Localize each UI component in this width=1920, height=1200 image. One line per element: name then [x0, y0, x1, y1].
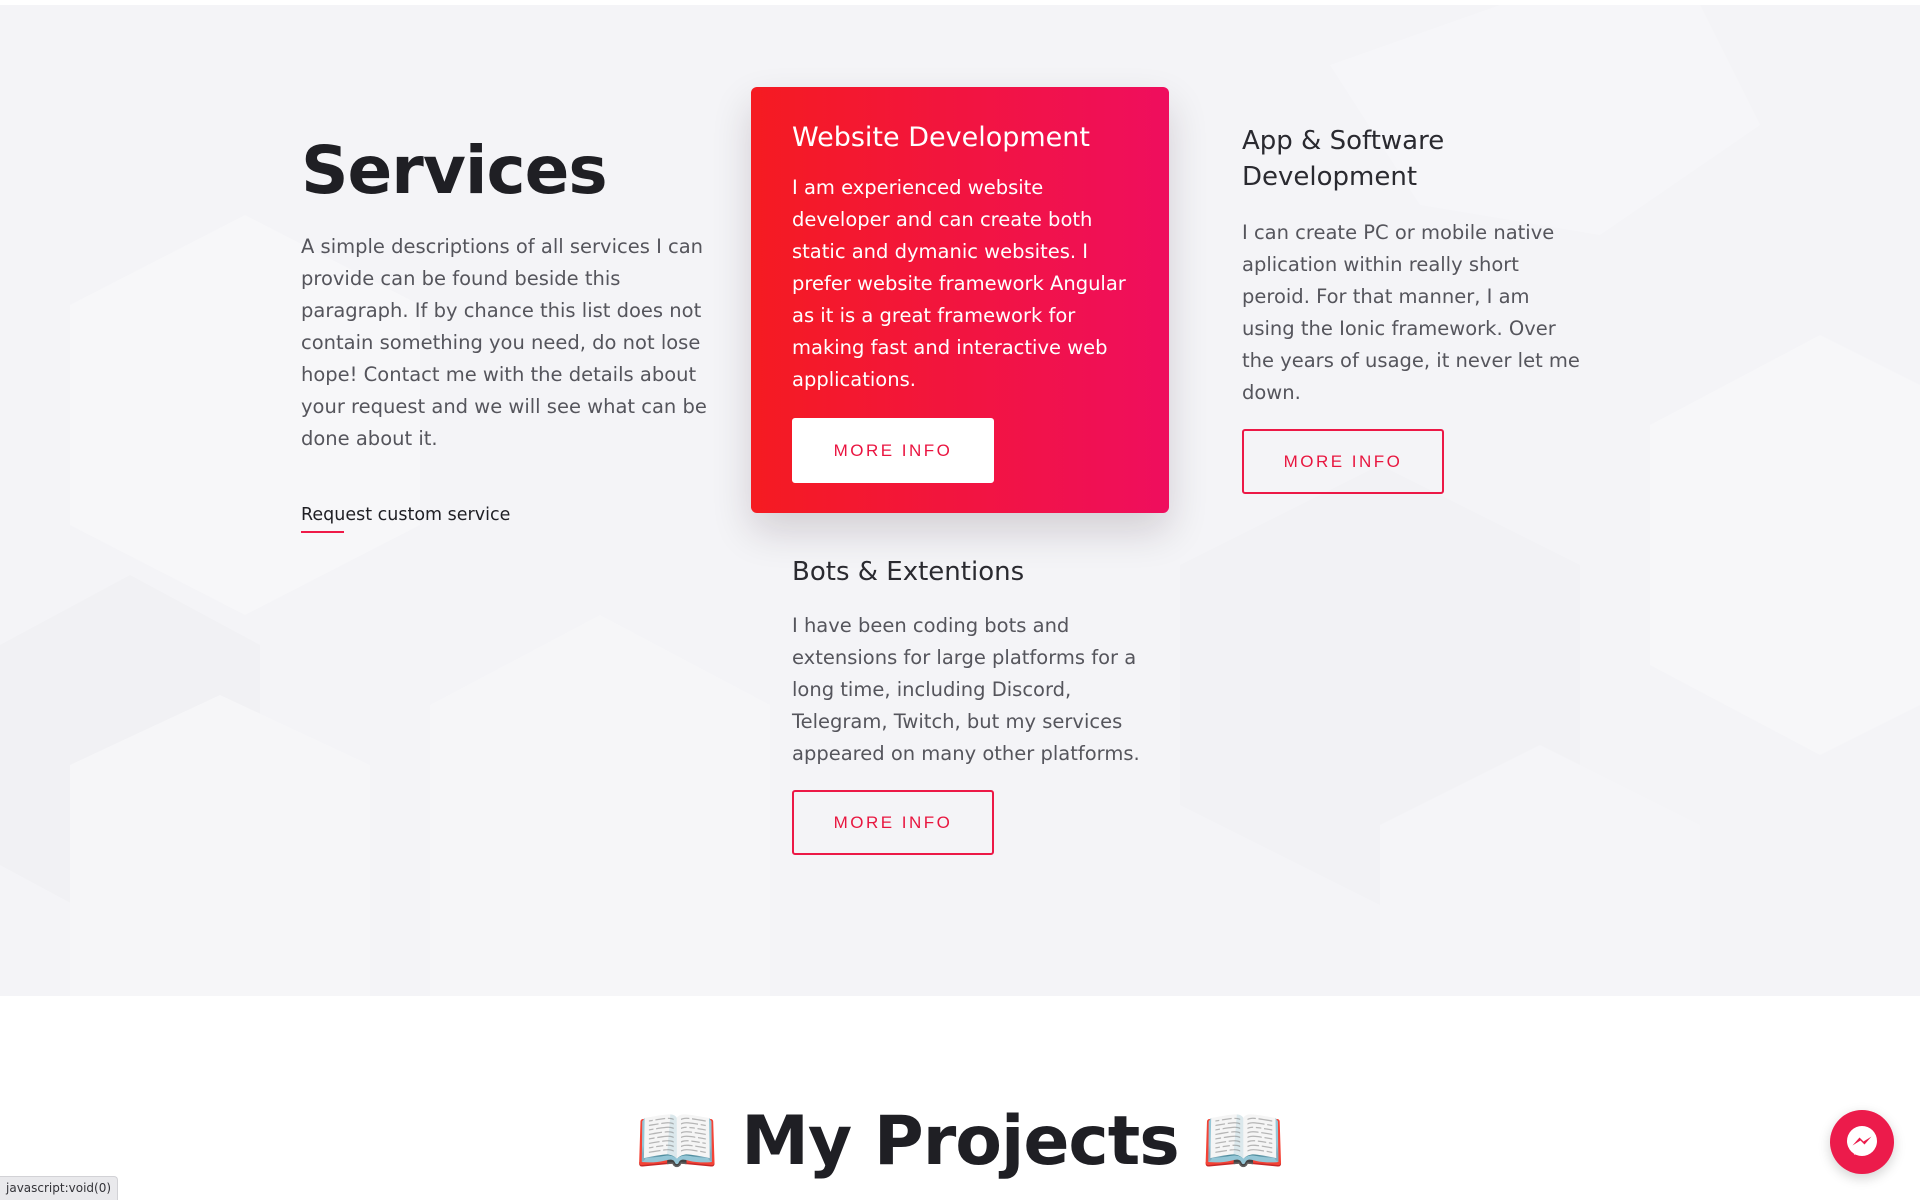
service-card-title: Website Development — [792, 122, 1090, 153]
more-info-button-app[interactable]: MORE INFO — [1242, 429, 1444, 494]
messenger-chat-button[interactable] — [1830, 1110, 1894, 1174]
service-card-text: I can create PC or mobile native aplicat… — [1242, 221, 1580, 404]
service-card-text: I have been coding bots and extensions f… — [792, 614, 1140, 765]
service-card-title: Bots & Extentions — [792, 557, 1025, 587]
service-card-bots-extentions: Bots & Extentions I have been coding bot… — [792, 554, 1142, 855]
service-card-website-development: Website Development I am experienced web… — [751, 87, 1169, 513]
messenger-icon — [1847, 1126, 1877, 1156]
projects-title: 📖 My Projects 📖 — [634, 1102, 1286, 1181]
service-card-app-software-development: App & Software Development I can create … — [1242, 123, 1582, 494]
services-intro: Services A simple descriptions of all se… — [301, 133, 721, 533]
more-info-button-website[interactable]: MORE INFO — [792, 418, 994, 483]
link-underline — [301, 531, 344, 533]
services-title: Services — [301, 132, 608, 209]
more-info-button-bots[interactable]: MORE INFO — [792, 790, 994, 855]
request-custom-service-link[interactable]: Request custom service — [301, 505, 510, 533]
services-section: Services A simple descriptions of all se… — [0, 5, 1920, 996]
service-card-text: I am experienced website developer and c… — [792, 176, 1126, 391]
service-card-title: App & Software Development — [1242, 126, 1445, 192]
request-custom-service-label: Request custom service — [301, 505, 511, 525]
status-bar-url: javascript:void(0) — [0, 1176, 119, 1200]
services-description: A simple descriptions of all services I … — [301, 235, 707, 450]
